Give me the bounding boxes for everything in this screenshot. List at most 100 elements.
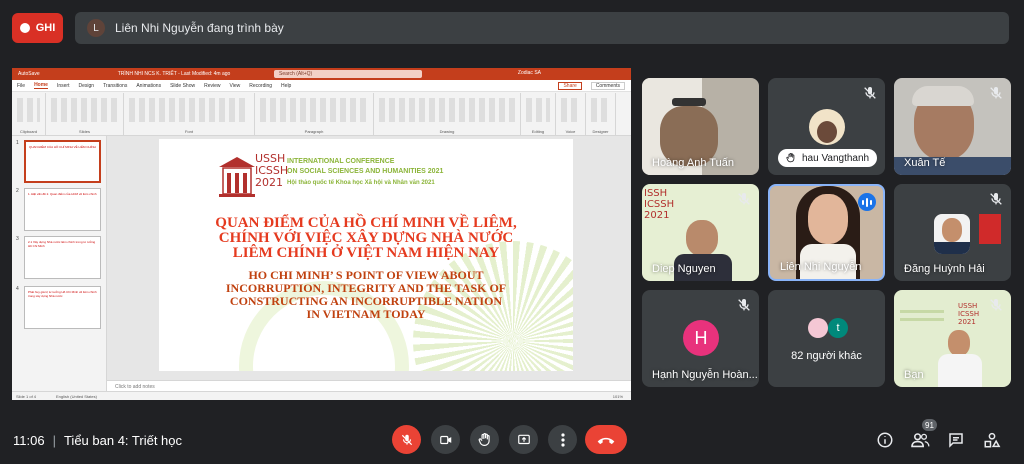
slide-title-vietnamese: QUAN ĐIỂM CỦA HỒ CHÍ MINH VỀ LIÊM, CHÍNH… bbox=[215, 215, 517, 261]
record-indicator[interactable]: GHI bbox=[12, 13, 63, 43]
ppt-titlebar: AutoSave TRÌNH NHI NCS K. TRIẾT - Last M… bbox=[12, 68, 631, 80]
ribbon-group: Slides bbox=[46, 93, 124, 135]
participant-name: Hoàng Anh Tuấn bbox=[652, 157, 734, 169]
self-tile[interactable]: USSH ICSSH 2021 Bạn bbox=[894, 290, 1011, 387]
participant-tile[interactable]: hau Vangthanh bbox=[768, 78, 885, 175]
slide-title-english: HO CHI MINH’ S POINT OF VIEW ABOUT INCOR… bbox=[225, 268, 507, 321]
ribbon-group: Drawing bbox=[374, 93, 521, 135]
presenting-text: Liên Nhi Nguyễn đang trình bày bbox=[115, 21, 284, 35]
participant-name: Bạn bbox=[904, 369, 924, 381]
ribbon-group: Clipboard bbox=[12, 93, 46, 135]
present-screen-icon bbox=[517, 434, 530, 444]
participant-avatar: H bbox=[683, 320, 719, 356]
current-slide: USSH ICSSH 2021 INTERNATIONAL CONFERENCE… bbox=[159, 139, 573, 371]
meeting-details-button[interactable] bbox=[875, 430, 895, 450]
chat-icon bbox=[949, 433, 963, 448]
clock: 11:06 bbox=[13, 433, 45, 448]
participant-tile[interactable]: Xuân Tế bbox=[894, 78, 1011, 175]
info-icon bbox=[877, 432, 893, 448]
ppt-menu-insert: Insert bbox=[56, 82, 70, 89]
people-count-badge: 91 bbox=[922, 419, 937, 431]
conference-title: INTERNATIONAL CONFERENCE ON SOCIAL SCIEN… bbox=[287, 158, 444, 175]
ppt-share: Share bbox=[558, 81, 582, 90]
others-count: 82 người khác bbox=[791, 350, 862, 362]
participant-name: Xuân Tế bbox=[904, 157, 946, 169]
ppt-statusbar: Slide 1 of 4 English (United States) 101… bbox=[12, 391, 631, 400]
presenter-avatar: L bbox=[87, 19, 105, 37]
others-avatar-photo bbox=[808, 318, 828, 338]
presenting-banner: L Liên Nhi Nguyễn đang trình bày bbox=[75, 12, 1009, 44]
record-label: GHI bbox=[35, 22, 56, 34]
slide-thumbnail: 2.1 Xây dựng Nhà nước liêm chính trong t… bbox=[24, 236, 101, 279]
meeting-title: Tiểu ban 4: Triết học bbox=[63, 433, 182, 448]
ppt-menu-home: Home bbox=[34, 82, 48, 89]
mic-off-icon bbox=[738, 299, 750, 311]
more-vert-icon bbox=[560, 432, 565, 447]
participant-tile[interactable]: H Hạnh Nguyễn Hoàn... bbox=[642, 290, 759, 387]
mic-off-icon bbox=[990, 299, 1002, 311]
ppt-search: Search (Alt+Q) bbox=[274, 70, 422, 78]
chat-button[interactable] bbox=[946, 430, 966, 450]
slide-thumbnail: 1. Đặt vấn đề 2. Quan điểm của HCM về li… bbox=[24, 188, 101, 231]
slide-thumbnail: Phát huy giá trị tư tưởng Hồ Chí Minh về… bbox=[24, 286, 101, 329]
participant-tile[interactable]: Đăng Huỳnh Hải bbox=[894, 184, 1011, 281]
notes-pane: Click to add notes bbox=[107, 380, 631, 391]
ppt-comments: Comments bbox=[590, 81, 625, 90]
raised-hand-chip: hau Vangthanh bbox=[778, 149, 878, 167]
participant-name: Hạnh Nguyễn Hoàn... bbox=[652, 369, 758, 381]
video-camera-icon bbox=[439, 435, 451, 444]
participant-name: Đăng Huỳnh Hải bbox=[904, 263, 985, 275]
record-dot-icon bbox=[19, 23, 30, 33]
ribbon-group: Font bbox=[124, 93, 255, 135]
present-screen-button[interactable] bbox=[509, 425, 538, 454]
speaking-indicator-icon bbox=[858, 193, 876, 211]
raise-hand-button[interactable] bbox=[470, 425, 499, 454]
mic-off-icon bbox=[990, 87, 1002, 99]
mic-toggle-button[interactable] bbox=[392, 425, 421, 454]
people-button[interactable] bbox=[910, 430, 930, 450]
slide-thumbnails: 1 QUAN ĐIỂM CỦA HỒ CHÍ MINH VỀ LIÊM CHÍN… bbox=[12, 136, 107, 391]
ppt-menu-file: File bbox=[17, 82, 26, 89]
ppt-body: 1 QUAN ĐIỂM CỦA HỒ CHÍ MINH VỀ LIÊM CHÍN… bbox=[12, 136, 631, 391]
ribbon-group: Voice bbox=[556, 93, 586, 135]
people-icon bbox=[911, 433, 930, 448]
ppt-menu-transitions: Transitions bbox=[103, 82, 128, 89]
ussh-logo-text: USSH ICSSH 2021 bbox=[255, 152, 289, 189]
slide-editor: USSH ICSSH 2021 INTERNATIONAL CONFERENCE… bbox=[107, 136, 631, 391]
leave-call-button[interactable] bbox=[585, 425, 627, 454]
mic-off-icon bbox=[401, 434, 412, 445]
ribbon-group: Designer bbox=[586, 93, 616, 135]
meeting-info: 11:06 | Tiểu ban 4: Triết học bbox=[13, 433, 182, 448]
more-options-button[interactable] bbox=[548, 425, 577, 454]
raise-hand-icon bbox=[786, 153, 795, 163]
ribbon-group: Paragraph bbox=[255, 93, 374, 135]
ppt-user: Zodiac SA bbox=[517, 70, 541, 76]
mic-off-icon bbox=[738, 193, 750, 205]
mic-off-icon bbox=[990, 193, 1002, 205]
ppt-filename: TRÌNH NHI NCS K. TRIẾT - Last Modified: … bbox=[117, 71, 231, 77]
slide-thumbnail: QUAN ĐIỂM CỦA HỒ CHÍ MINH VỀ LIÊM CHÍNH bbox=[24, 140, 101, 183]
participant-name: hau Vangthanh bbox=[802, 152, 870, 164]
mic-off-icon bbox=[864, 87, 876, 99]
ppt-menu-view: View bbox=[229, 82, 241, 89]
activities-icon bbox=[984, 432, 1001, 448]
participant-name: Diep Nguyen bbox=[652, 263, 716, 275]
participant-name: Liên Nhi Nguyễn bbox=[780, 261, 862, 273]
ppt-menu-help: Help bbox=[281, 82, 292, 89]
participant-tile[interactable]: ISSH ICSSH 2021 Diep Nguyen bbox=[642, 184, 759, 281]
ppt-menu: File Home Insert Design Transitions Anim… bbox=[12, 80, 631, 92]
participant-tile-speaking[interactable]: Liên Nhi Nguyễn bbox=[768, 184, 885, 281]
hang-up-icon bbox=[597, 437, 615, 444]
others-avatar: t bbox=[828, 318, 848, 338]
ppt-ribbon: Clipboard Slides Font Paragraph Drawing … bbox=[12, 92, 631, 136]
ribbon-group: Editing bbox=[521, 93, 556, 135]
participant-tile[interactable]: Hoàng Anh Tuấn bbox=[642, 78, 759, 175]
others-tile[interactable]: t 82 người khác bbox=[768, 290, 885, 387]
ppt-menu-animations: Animations bbox=[136, 82, 162, 89]
raise-hand-icon bbox=[478, 432, 490, 446]
camera-toggle-button[interactable] bbox=[431, 425, 460, 454]
conference-subtitle: Hội thảo quốc tế Khoa học Xã hội và Nhân… bbox=[287, 180, 435, 186]
activities-button[interactable] bbox=[982, 430, 1002, 450]
ppt-menu-design: Design bbox=[78, 82, 95, 89]
participant-avatar bbox=[809, 109, 845, 145]
